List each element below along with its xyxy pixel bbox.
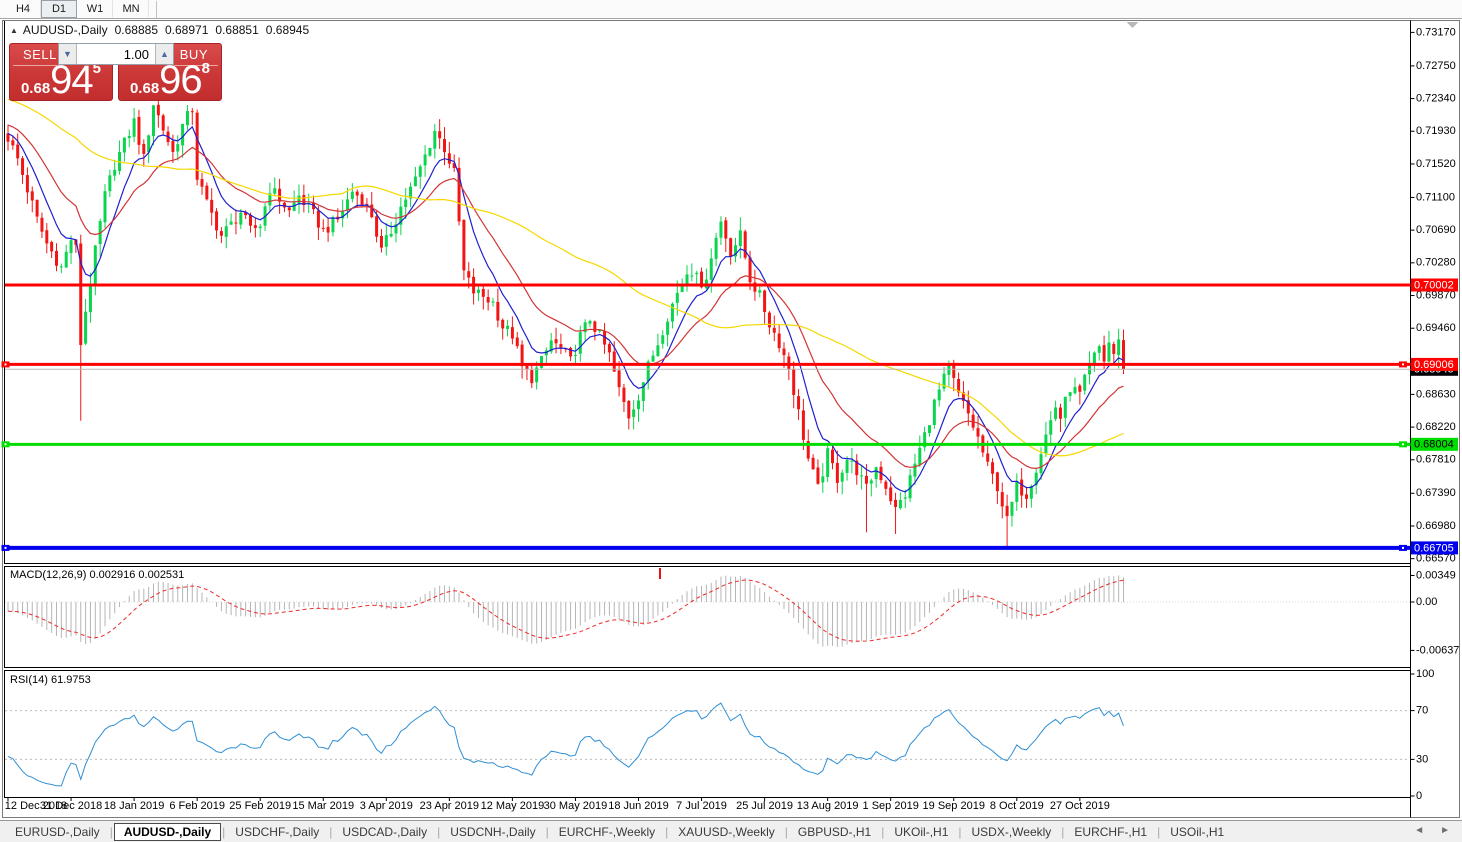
chart-tab-usdx-weekly[interactable]: USDX-,Weekly [963,823,1061,841]
toolbar-separator [156,1,157,18]
chart-tab-eurchf-weekly[interactable]: EURCHF-,Weekly [550,823,664,841]
macd-axis-label: 0.00349 [1416,569,1456,581]
price-axis-label: 0.72750 [1416,60,1456,72]
price-axis-label: 0.68220 [1416,421,1456,433]
price-axis-label: 0.67390 [1416,487,1456,499]
price-axis-label: 0.71930 [1416,125,1456,137]
rsi-axis-label: 70 [1416,705,1428,717]
price-axis-label: 0.70280 [1416,257,1456,269]
timeframe-button-h4[interactable]: H4 [5,0,41,18]
volume-decrease-button[interactable]: ▼ [59,44,77,64]
buy-price: 0.68968 [119,60,221,98]
macd-label: MACD(12,26,9) 0.002916 0.002531 [10,569,184,581]
one-click-trading-panel: SELL 0.68945 BUY 0.68968 ▼ ▲ [9,43,223,102]
chart-tab-usdchf-daily[interactable]: USDCHF-,Daily [226,823,328,841]
price-level-badge: 0.70002 [1414,279,1454,291]
tab-separator: | [881,825,884,839]
tab-separator: | [329,825,332,839]
chart-tab-usdcnh-daily[interactable]: USDCNH-,Daily [441,823,544,841]
chart-tab-xauusd-weekly[interactable]: XAUUSD-,Weekly [669,823,783,841]
ohlc-open: 0.68885 [115,23,158,37]
chart-tab-usdcad-daily[interactable]: USDCAD-,Daily [333,823,436,841]
tab-separator: | [546,825,549,839]
ohlc-high: 0.68971 [165,23,208,37]
timeframe-button-mn[interactable]: MN [113,0,149,18]
date-axis-label: 23 Apr 2019 [420,800,479,812]
volume-spinner: ▼ ▲ [58,43,174,65]
tab-separator: | [437,825,440,839]
price-axis-label: 0.72340 [1416,92,1456,104]
chart-tab-ukoil-h1[interactable]: UKOil-,H1 [885,823,957,841]
price-axis-label: 0.73170 [1416,26,1456,38]
tab-separator: | [1061,825,1064,839]
price-level-badge: 0.69006 [1414,359,1454,371]
symbol-title: AUDUSD-,Daily [23,23,108,37]
date-axis-label: 25 Feb 2019 [229,800,291,812]
date-axis-label: 18 Jan 2019 [104,800,165,812]
chart-canvas[interactable]: 0.73170 0.72750 0.72340 0.71930 0.71520 0.711… [0,0,1462,842]
tab-separator: | [785,825,788,839]
tab-scroll-right-icon[interactable]: ► [1440,825,1450,836]
ohlc-low: 0.68851 [215,23,258,37]
price-axis-label: 0.67810 [1416,454,1456,466]
timeframe-toolbar: H4D1W1MN [0,0,1462,19]
date-axis-label: 19 Sep 2019 [923,800,985,812]
price-level-badge: 0.66705 [1414,542,1454,554]
tab-separator: | [665,825,668,839]
tab-separator: | [110,825,113,839]
chart-tab-usoil-h1[interactable]: USOil-,H1 [1161,823,1233,841]
tab-separator: | [958,825,961,839]
date-axis-label: 18 Jun 2019 [608,800,669,812]
date-axis-label: 13 Aug 2019 [797,800,859,812]
tab-separator: | [222,825,225,839]
date-axis-label: 27 Oct 2019 [1050,800,1110,812]
price-axis-label: 0.66980 [1416,520,1456,532]
price-level-badge: 0.68004 [1414,439,1454,451]
date-axis-label: 3 Apr 2019 [360,800,413,812]
price-axis-label: 0.70690 [1416,224,1456,236]
collapse-panel-icon[interactable]: ▲ [10,26,18,35]
rsi-label: RSI(14) 61.9753 [10,674,91,686]
chart-tab-gbpusd-h1[interactable]: GBPUSD-,H1 [789,823,880,841]
volume-input[interactable] [77,44,155,64]
date-axis-label: 31 Dec 2018 [40,800,102,812]
date-axis-label: 30 May 2019 [544,800,608,812]
volume-increase-button[interactable]: ▲ [155,44,173,64]
ohlc-close: 0.68945 [266,23,309,37]
date-axis-label: 15 Mar 2019 [292,800,354,812]
date-axis-label: 6 Feb 2019 [169,800,225,812]
sell-price: 0.68945 [10,60,112,98]
date-axis-label: 12 May 2019 [481,800,545,812]
date-axis-label: 8 Oct 2019 [990,800,1044,812]
chart-tab-eurchf-h1[interactable]: EURCHF-,H1 [1065,823,1156,841]
price-axis-label: 0.69460 [1416,322,1456,334]
price-axis-label: 0.68630 [1416,388,1456,400]
date-axis-label: 1 Sep 2019 [863,800,919,812]
rsi-axis-label: 100 [1416,668,1434,680]
macd-axis-label: 0.00 [1416,596,1437,608]
rsi-axis-label: 0 [1416,790,1422,802]
price-axis-label: 0.71100 [1416,191,1455,203]
timeframe-button-w1[interactable]: W1 [77,0,113,18]
chart-tab-eurusd-daily[interactable]: EURUSD-,Daily [6,823,109,841]
chart-tab-audusd-daily[interactable]: AUDUSD-,Daily [114,823,221,841]
rsi-axis-label: 30 [1416,753,1428,765]
date-axis-label: 7 Jul 2019 [676,800,727,812]
price-axis-label: 0.71520 [1416,158,1456,170]
date-axis-label: 25 Jul 2019 [736,800,793,812]
chart-title: ▲ AUDUSD-,Daily 0.68885 0.68971 0.68851 … [10,23,309,37]
timeframe-buttons: H4D1W1MN [5,0,149,18]
macd-axis-label: -0.00637 [1416,644,1459,656]
tab-scroll-left-icon[interactable]: ◄ [1414,825,1424,836]
tab-separator: | [1157,825,1160,839]
chart-tab-bar: EURUSD-,Daily|AUDUSD-,Daily|USDCHF-,Dail… [0,820,1462,842]
timeframe-button-d1[interactable]: D1 [41,0,77,18]
